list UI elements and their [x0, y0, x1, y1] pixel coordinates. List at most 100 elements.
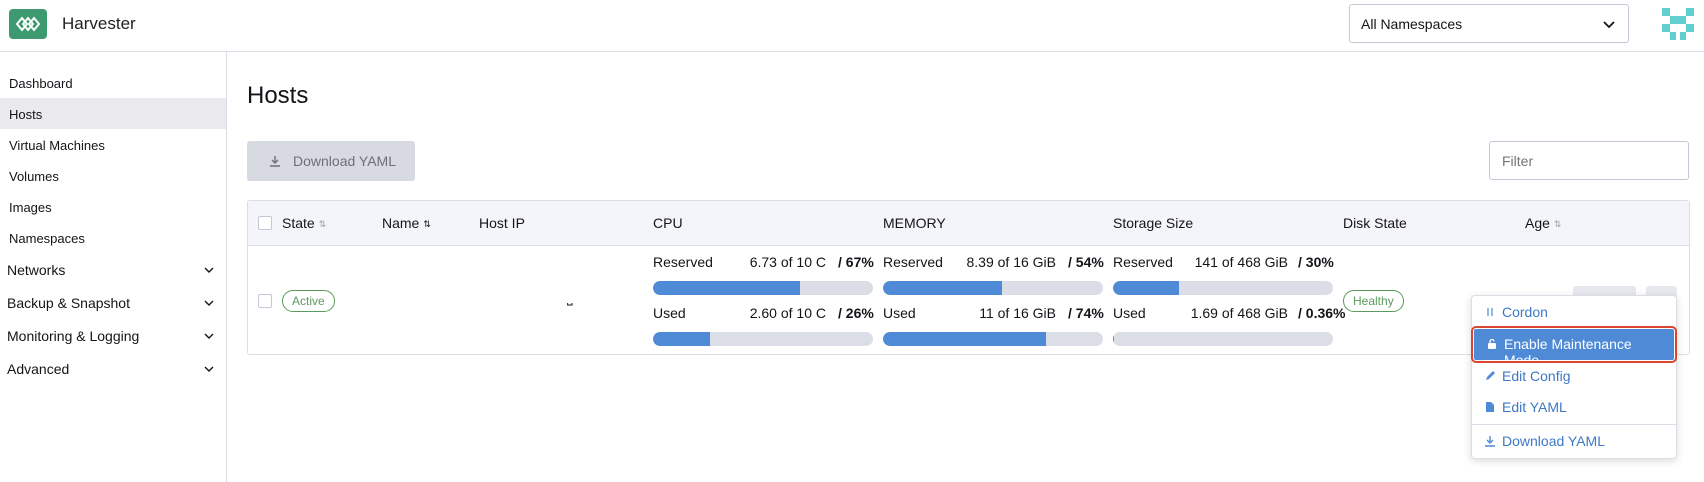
- sidebar-item-label: Hosts: [9, 107, 43, 122]
- download-icon: [1485, 436, 1495, 447]
- storage-reserved-bar: [1113, 281, 1333, 295]
- bar-fill: [653, 332, 711, 346]
- harvester-logo-icon[interactable]: [9, 9, 47, 39]
- sidebar-item-virtual-machines[interactable]: Virtual Machines: [0, 129, 226, 160]
- select-all-checkbox[interactable]: [258, 216, 272, 230]
- cpu-used-pct: / 26%: [838, 305, 874, 321]
- table-header: State ⇅ Name ⇅ Host IP CPU MEMORY Storage …: [248, 201, 1689, 246]
- column-header-label: Host IP: [479, 215, 525, 231]
- bar-fill: [1113, 332, 1114, 346]
- menu-item-edit-yaml[interactable]: Edit YAML: [1472, 392, 1676, 423]
- column-header-label: State: [282, 215, 315, 231]
- chevron-down-icon: [204, 333, 214, 339]
- column-header-label: Age: [1525, 215, 1550, 231]
- sort-icon: ⇅: [318, 218, 327, 229]
- cpu-used-bar: [653, 332, 873, 346]
- column-header-memory: MEMORY: [883, 215, 946, 231]
- column-header-age[interactable]: Age ⇅: [1525, 215, 1561, 231]
- sidebar-item-label: Images: [9, 200, 52, 215]
- bar-fill: [1113, 281, 1179, 295]
- column-header-storage-size: Storage Size: [1113, 215, 1193, 231]
- sort-icon: ⇅: [1553, 218, 1562, 229]
- sidebar-item-namespaces[interactable]: Namespaces: [0, 222, 226, 253]
- sidebar-item-label: Volumes: [9, 169, 59, 184]
- column-header-label: Disk State: [1343, 215, 1407, 231]
- sidebar-group-advanced[interactable]: Advanced: [0, 352, 226, 385]
- user-avatar[interactable]: [1660, 6, 1696, 42]
- menu-item-download-yaml[interactable]: Download YAML: [1472, 426, 1676, 457]
- sidebar-group-label: Backup & Snapshot: [7, 295, 130, 311]
- chevron-down-icon: [204, 366, 214, 372]
- namespace-select[interactable]: All Namespaces: [1349, 4, 1629, 43]
- sidebar-item-label: Namespaces: [9, 231, 85, 246]
- chevron-down-icon: [204, 300, 214, 306]
- lock-icon: [1488, 338, 1496, 349]
- sidebar-item-label: Dashboard: [9, 76, 73, 91]
- menu-item-label: Download YAML: [1502, 433, 1605, 449]
- bar-fill: [883, 332, 1046, 346]
- storage-used-pct: / 0.36%: [1298, 305, 1346, 321]
- storage-used-value: 1.69 of 468 GiB: [1190, 305, 1288, 321]
- host-ip-partial: ⎵: [567, 289, 573, 305]
- sidebar-group-monitoring-logging[interactable]: Monitoring & Logging: [0, 319, 226, 352]
- cpu-reserved-pct: / 67%: [838, 254, 874, 270]
- menu-item-label: Edit Config: [1502, 368, 1571, 384]
- row-checkbox[interactable]: [258, 294, 272, 308]
- cpu-used-label: Used: [653, 305, 686, 321]
- column-header-state[interactable]: State ⇅: [282, 215, 326, 231]
- sidebar-group-networks[interactable]: Networks: [0, 253, 226, 286]
- cpu-reserved-label: Reserved: [653, 254, 713, 270]
- memory-used-value: 11 of 16 GiB: [979, 305, 1056, 321]
- memory-reserved-pct: / 54%: [1068, 254, 1104, 270]
- top-bar: Harvester All Namespaces: [0, 0, 1704, 52]
- file-icon: [1486, 402, 1494, 412]
- sidebar-group-label: Networks: [7, 262, 66, 278]
- storage-reserved-pct: / 30%: [1298, 254, 1334, 270]
- status-badge: Active: [282, 290, 335, 312]
- download-icon: [270, 156, 280, 167]
- menu-item-label: Edit YAML: [1502, 399, 1567, 415]
- page-title: Hosts: [247, 82, 309, 109]
- chevron-down-icon: [1603, 21, 1615, 29]
- cpu-reserved-bar: [653, 281, 873, 295]
- sidebar-item-dashboard[interactable]: Dashboard: [0, 67, 226, 98]
- memory-used-label: Used: [883, 305, 916, 321]
- sidebar-item-images[interactable]: Images: [0, 191, 226, 222]
- sidebar-item-label: Virtual Machines: [9, 138, 105, 153]
- app-title: Harvester: [62, 14, 136, 33]
- column-header-disk-state: Disk State: [1343, 215, 1407, 231]
- column-header-label: MEMORY: [883, 215, 946, 231]
- storage-used-bar: [1113, 332, 1333, 346]
- sidebar-item-hosts[interactable]: Hosts: [0, 98, 226, 129]
- column-header-name[interactable]: Name ⇅: [382, 215, 431, 231]
- host-actions-menu: Cordon Enable Maintenance Mode Edit Conf…: [1471, 295, 1677, 459]
- sidebar: Dashboard Hosts Virtual Machines Volumes…: [0, 52, 227, 482]
- bar-fill: [883, 281, 1002, 295]
- memory-used-pct: / 74%: [1068, 305, 1104, 321]
- memory-reserved-label: Reserved: [883, 254, 943, 270]
- disk-state-badge: Healthy: [1343, 290, 1404, 312]
- sidebar-group-label: Monitoring & Logging: [7, 328, 140, 344]
- menu-item-edit-config[interactable]: Edit Config: [1472, 361, 1676, 392]
- column-header-cpu: CPU: [653, 215, 683, 231]
- column-header-label: Name: [382, 215, 420, 231]
- cpu-reserved-value: 6.73 of 10 C: [749, 254, 826, 270]
- bar-fill: [653, 281, 801, 295]
- sidebar-item-volumes[interactable]: Volumes: [0, 160, 226, 191]
- column-header-label: Storage Size: [1113, 215, 1194, 231]
- download-yaml-button[interactable]: Download YAML: [247, 141, 415, 181]
- storage-reserved-label: Reserved: [1113, 254, 1173, 270]
- menu-item-enable-maintenance-mode[interactable]: Enable Maintenance Mode: [1471, 326, 1677, 368]
- column-header-host-ip: Host IP: [479, 215, 525, 231]
- cordon-icon: [1487, 308, 1493, 316]
- menu-item-label: Cordon: [1502, 304, 1548, 320]
- memory-reserved-value: 8.39 of 16 GiB: [966, 254, 1056, 270]
- storage-reserved-value: 141 of 468 GiB: [1194, 254, 1288, 270]
- sort-down-icon: ⇅: [423, 218, 431, 229]
- menu-item-cordon[interactable]: Cordon: [1472, 297, 1676, 328]
- sidebar-group-backup-snapshot[interactable]: Backup & Snapshot: [0, 286, 226, 319]
- namespace-select-value: All Namespaces: [1361, 16, 1463, 32]
- filter-input[interactable]: [1489, 141, 1689, 180]
- pencil-icon: [1486, 371, 1495, 380]
- cpu-used-value: 2.60 of 10 C: [749, 305, 826, 321]
